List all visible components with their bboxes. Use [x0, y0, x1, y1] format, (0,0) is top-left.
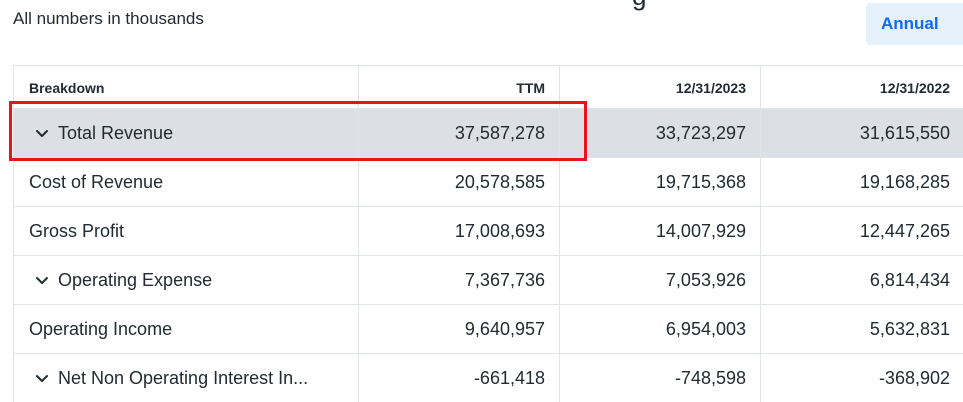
row-label: Gross Profit [29, 220, 125, 241]
header-ttm: TTM [359, 66, 560, 108]
chevron-down-icon[interactable] [33, 369, 51, 387]
header-breakdown: Breakdown [14, 66, 359, 108]
table-body: Total Revenue 37,587,278 33,723,297 31,615,… [14, 109, 963, 402]
header-2022: 12/31/2022 [879, 80, 950, 96]
row-label[interactable]: Total Revenue [58, 123, 173, 144]
row-label-cell: Operating Income [14, 305, 359, 353]
row-label-cell: Total Revenue [14, 109, 359, 157]
table-row[interactable]: Operating Expense 7,367,736 7,053,926 6,814… [14, 256, 963, 305]
row-label[interactable]: Operating Expense [58, 270, 212, 291]
financials-panel: All numbers in thousands g Annual Breakd… [0, 0, 963, 402]
table-header-row: Breakdown TTM 12/31/2023 12/31/2022 [14, 66, 963, 109]
ttm-value: -661,418 [359, 354, 560, 402]
value-2022: 5,632,831 [869, 318, 950, 339]
ttm-value: 17,008,693 [359, 207, 560, 255]
value-2023: 19,715,368 [560, 158, 761, 206]
ttm-value: 7,367,736 [359, 256, 560, 304]
table-row: Cost of Revenue 20,578,585 19,715,368 19,16… [14, 158, 963, 207]
row-label: Cost of Revenue [29, 171, 164, 192]
annual-toggle-button[interactable]: Annual [866, 3, 963, 45]
value-2023: 6,954,003 [560, 305, 761, 353]
ttm-value: 37,587,278 [359, 109, 560, 157]
row-label-cell: Cost of Revenue [14, 158, 359, 206]
table-row[interactable]: Total Revenue 37,587,278 33,723,297 31,615,… [14, 109, 963, 158]
value-2023: 33,723,297 [560, 109, 761, 157]
units-note: All numbers in thousands [13, 9, 204, 28]
chevron-down-icon[interactable] [33, 271, 51, 289]
value-2023: 14,007,929 [560, 207, 761, 255]
row-label: Operating Income [29, 318, 173, 339]
table-row: Gross Profit 17,008,693 14,007,929 12,447,2… [14, 207, 963, 256]
row-label-cell: Net Non Operating Interest In... [14, 354, 359, 402]
cropped-heading-fragment: g [632, 0, 646, 9]
chevron-down-icon[interactable] [33, 124, 51, 142]
row-label-cell: Operating Expense [14, 256, 359, 304]
value-2022: 12,447,265 [859, 220, 950, 241]
ttm-value: 20,578,585 [359, 158, 560, 206]
header-2023: 12/31/2023 [560, 66, 761, 108]
income-statement-table: Breakdown TTM 12/31/2023 12/31/2022 Tota… [13, 65, 963, 402]
value-2023: -748,598 [560, 354, 761, 402]
value-2022: 31,615,550 [859, 122, 950, 143]
ttm-value: 9,640,957 [359, 305, 560, 353]
value-2022: -368,902 [878, 367, 950, 388]
row-label-cell: Gross Profit [14, 207, 359, 255]
value-2022: 19,168,285 [859, 171, 950, 192]
value-2022: 6,814,434 [869, 269, 950, 290]
value-2023: 7,053,926 [560, 256, 761, 304]
table-row[interactable]: Net Non Operating Interest In... -661,418… [14, 354, 963, 402]
row-label[interactable]: Net Non Operating Interest In... [58, 368, 308, 389]
table-row: Operating Income 9,640,957 6,954,003 5,632,… [14, 305, 963, 354]
